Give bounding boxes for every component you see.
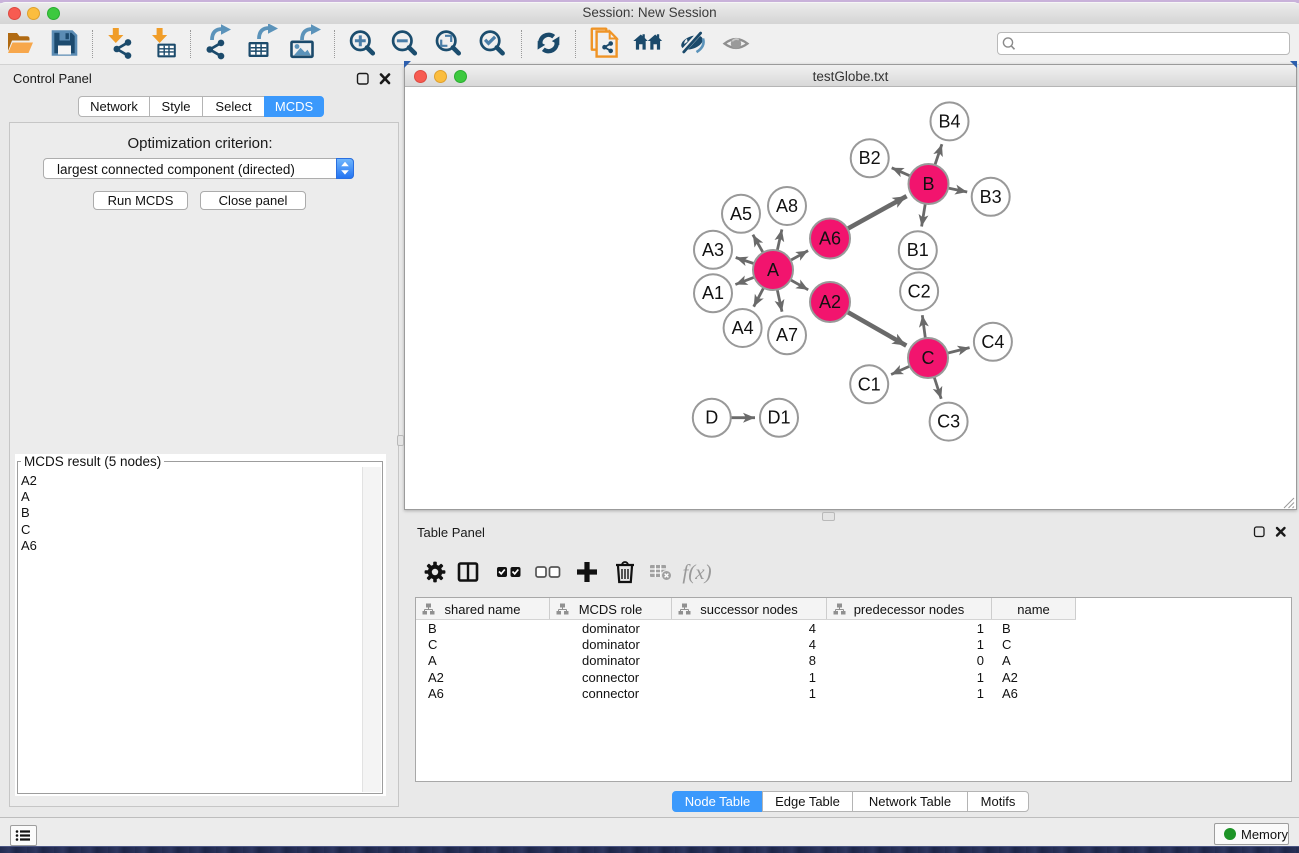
svg-text:A8: A8 xyxy=(776,196,798,216)
svg-text:C: C xyxy=(922,348,935,368)
svg-text:B2: B2 xyxy=(859,148,881,168)
svg-text:C3: C3 xyxy=(937,412,960,432)
svg-text:A1: A1 xyxy=(702,283,724,303)
svg-text:A7: A7 xyxy=(776,325,798,345)
svg-text:B1: B1 xyxy=(907,240,929,260)
svg-text:A: A xyxy=(767,260,779,280)
svg-text:A2: A2 xyxy=(819,292,841,312)
svg-text:D: D xyxy=(705,408,718,428)
svg-text:A3: A3 xyxy=(702,240,724,260)
svg-text:A4: A4 xyxy=(732,318,754,338)
svg-text:B3: B3 xyxy=(980,187,1002,207)
svg-text:A6: A6 xyxy=(819,229,841,249)
svg-text:C1: C1 xyxy=(858,374,881,394)
svg-text:C2: C2 xyxy=(908,281,931,301)
svg-text:A5: A5 xyxy=(730,204,752,224)
svg-text:B4: B4 xyxy=(938,111,960,131)
svg-text:f(x): f(x) xyxy=(682,560,711,584)
svg-text:D1: D1 xyxy=(767,408,790,428)
svg-text:B: B xyxy=(922,174,934,194)
svg-text:C4: C4 xyxy=(981,332,1004,352)
